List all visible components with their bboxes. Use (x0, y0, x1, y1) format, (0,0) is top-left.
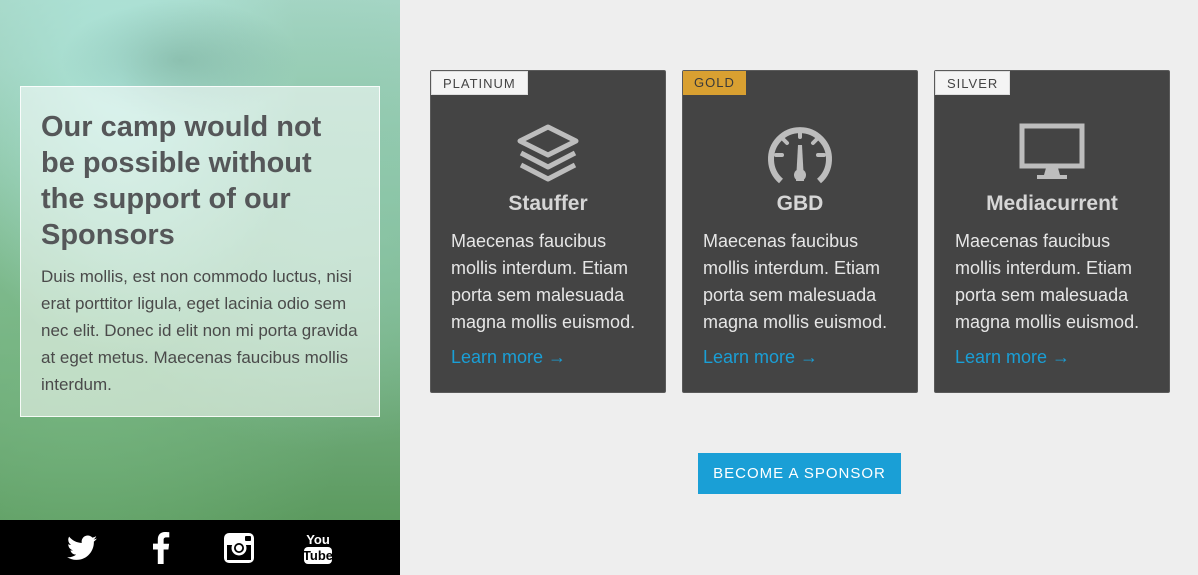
hero-box: Our camp would not be possible without t… (20, 86, 380, 417)
svg-text:Tube: Tube (303, 548, 333, 563)
youtube-icon[interactable]: You Tube (301, 531, 335, 565)
twitter-icon[interactable] (65, 531, 99, 565)
sponsor-card: SILVER Mediacurrent Maecenas faucibus mo… (934, 70, 1170, 393)
sponsor-name: GBD (776, 192, 824, 215)
learn-more-link[interactable]: Learn more → (451, 347, 566, 368)
social-bar: You Tube (0, 520, 400, 575)
learn-more-link[interactable]: Learn more → (703, 347, 818, 368)
hero-title: Our camp would not be possible without t… (41, 111, 322, 251)
facebook-icon[interactable] (144, 531, 178, 565)
sponsor-name: Mediacurrent (986, 192, 1118, 215)
sponsor-card: GOLD GBD Maecenas faucibus mollis interd… (682, 70, 918, 393)
sponsor-description: Maecenas faucibus mollis interdum. Etiam… (451, 231, 636, 332)
sponsor-name: Stauffer (508, 192, 588, 215)
instagram-icon[interactable] (222, 531, 256, 565)
sponsor-card: PLATINUM Stauffer Maecenas faucibus moll… (430, 70, 666, 393)
tier-badge: PLATINUM (431, 71, 528, 95)
monitor-icon (935, 123, 1169, 185)
gauge-icon (683, 123, 917, 185)
sponsor-description: Maecenas faucibus mollis interdum. Etiam… (703, 231, 888, 332)
sponsor-description: Maecenas faucibus mollis interdum. Etiam… (955, 231, 1140, 332)
learn-more-link[interactable]: Learn more → (955, 347, 1070, 368)
hero-panel: Our camp would not be possible without t… (0, 0, 400, 520)
sponsor-cards: PLATINUM Stauffer Maecenas faucibus moll… (430, 70, 1170, 393)
become-sponsor-button[interactable]: BECOME A SPONSOR (698, 453, 901, 494)
tier-badge: SILVER (935, 71, 1011, 95)
tier-badge: GOLD (683, 71, 746, 95)
hero-text: Duis mollis, est non commodo luctus, nis… (41, 267, 358, 394)
layers-icon (431, 123, 665, 185)
svg-text:You: You (306, 532, 330, 547)
